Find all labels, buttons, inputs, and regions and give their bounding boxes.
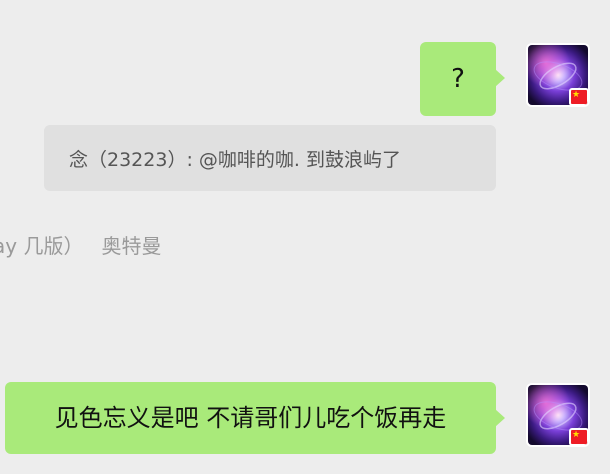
message-text: ? — [451, 64, 465, 94]
quoted-reply[interactable]: 念（23223）: @咖啡的咖. 到鼓浪屿了 — [44, 125, 496, 191]
quote-text: 念（23223）: @咖啡的咖. 到鼓浪屿了 — [69, 148, 401, 171]
outgoing-message-bubble[interactable]: 见色忘义是吧 不请哥们儿吃个饭再走 — [5, 382, 505, 454]
outgoing-message-bubble[interactable]: ? — [420, 42, 505, 116]
china-flag-icon: ★ — [569, 88, 588, 105]
message-text: 见色忘义是吧 不请哥们儿吃个饭再走 — [54, 404, 447, 432]
avatar[interactable]: ★ — [526, 383, 590, 447]
chat-area: ? ★ 念（23223）: @咖啡的咖. 到鼓浪屿了 ay 几版） 奥特曼 见色… — [0, 0, 610, 474]
china-flag-icon: ★ — [569, 428, 588, 445]
system-notice: ay 几版） 奥特曼 — [0, 230, 161, 259]
sender-name: 奥特曼 — [101, 234, 162, 258]
system-fragment-text: ay 几版） — [0, 234, 84, 258]
avatar[interactable]: ★ — [526, 43, 590, 107]
